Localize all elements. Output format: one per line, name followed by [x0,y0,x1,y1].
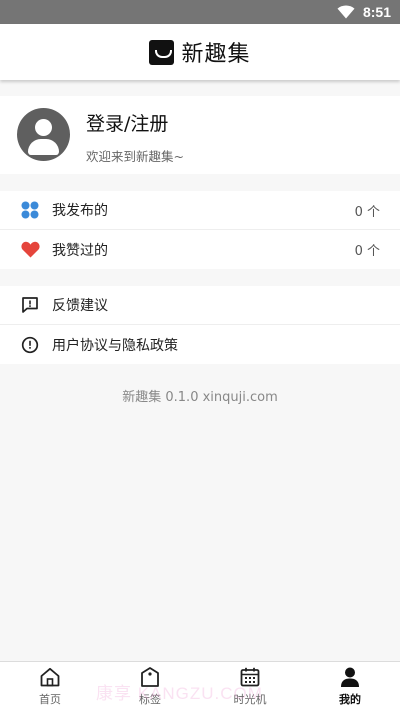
feedback-icon [20,295,40,315]
bottom-tab-bar: 首页 标签 时光机 我的 [0,661,400,710]
app-title: 新趣集 [181,42,251,67]
status-time: 8:51 [362,4,391,20]
tab-home[interactable]: 首页 [0,662,100,710]
inbox-logo-icon [149,39,175,65]
tab-tags[interactable]: 标签 [100,662,200,710]
tag-icon [141,667,159,687]
version-text: 新趣集 0.1.0 xinquji.com [122,390,278,405]
person-icon [341,667,359,687]
stats-group: 我发布的 0 个 我赞过的 0 个 [0,191,400,269]
my-posts-label: 我发布的 [52,203,108,219]
welcome-text: 欢迎来到新趣集~ [86,149,184,164]
info-alert-icon [20,335,40,355]
user-avatar-icon[interactable] [17,108,70,161]
tab-mine[interactable]: 我的 [300,662,400,710]
profile-card[interactable]: 登录/注册 欢迎来到新趣集~ [0,96,400,174]
tab-home-label: 首页 [39,693,61,706]
heart-icon [20,240,40,260]
wifi-icon [337,5,355,19]
tab-tags-label: 标签 [139,693,161,706]
app-header: 新趣集 [0,24,400,80]
feedback-label: 反馈建议 [52,298,108,314]
privacy-policy-row[interactable]: 用户协议与隐私政策 [0,325,400,364]
tab-timemachine[interactable]: 时光机 [200,662,300,710]
my-likes-row[interactable]: 我赞过的 0 个 [0,230,400,269]
feedback-row[interactable]: 反馈建议 [0,286,400,325]
my-posts-count: 0 个 [354,204,380,220]
privacy-policy-label: 用户协议与隐私政策 [52,337,178,354]
links-group: 反馈建议 用户协议与隐私政策 [0,286,400,364]
my-posts-row[interactable]: 我发布的 0 个 [0,191,400,230]
calendar-icon [240,667,260,687]
home-icon [40,667,60,687]
my-likes-label: 我赞过的 [52,242,108,259]
tab-timemachine-label: 时光机 [233,693,267,706]
status-bar: 8:51 [0,0,400,24]
tab-mine-label: 我的 [339,693,361,706]
my-likes-count: 0 个 [354,244,380,259]
login-register-link[interactable]: 登录/注册 [86,109,168,136]
grid-dots-icon [20,200,40,220]
